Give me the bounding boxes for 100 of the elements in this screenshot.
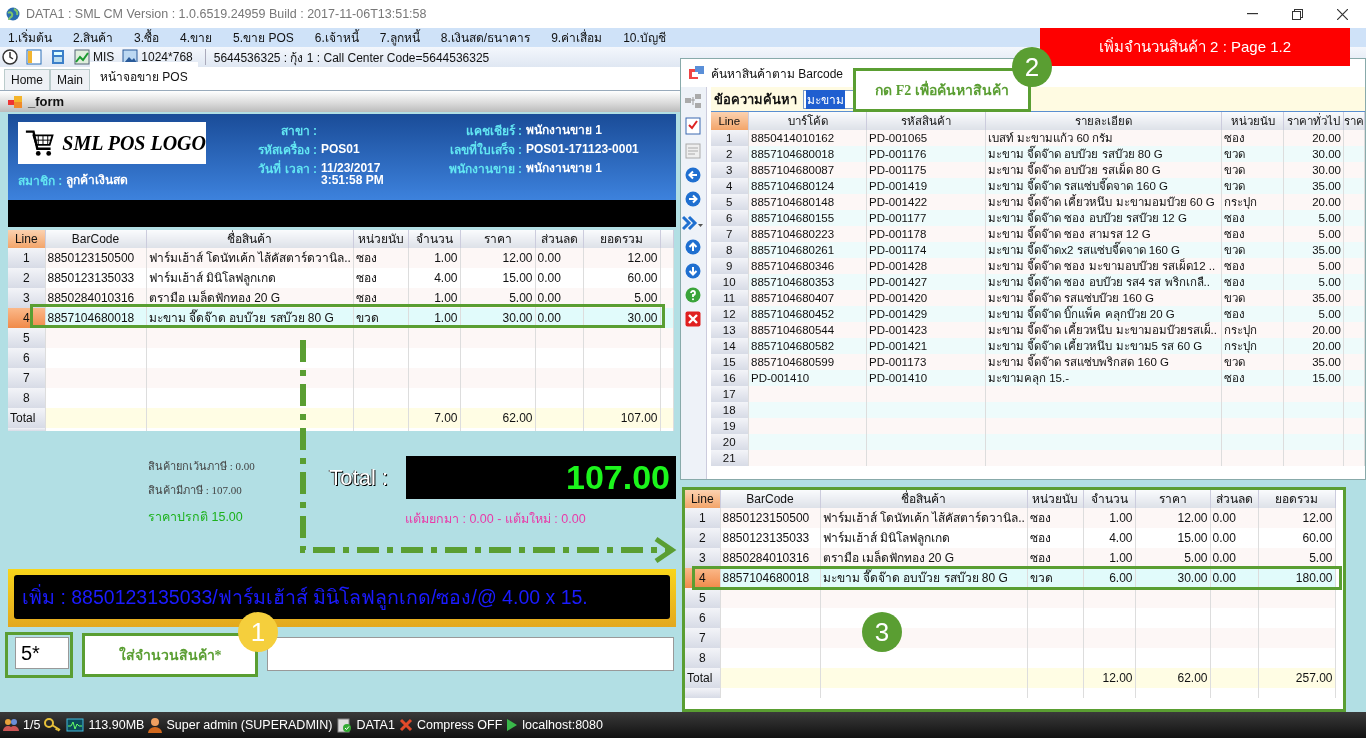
table-row[interactable]: 3 8850284010316 ตรามือ เมล็ดฟักทอง 20 G ซอง 1.00 5.00 0.00 5.00 [685, 548, 1335, 568]
table-cell: PD-001176 [866, 146, 986, 162]
search-field[interactable]: มะขาม [802, 89, 855, 109]
table-cell: 12.00 [1135, 508, 1210, 528]
table-cell: PD-001428 [866, 258, 986, 274]
toolbar-label[interactable]: MIS [93, 50, 115, 64]
row-number: 17 [710, 386, 749, 402]
calculator-icon[interactable] [50, 49, 66, 65]
menu-item[interactable]: 1.เริ่มต้น [4, 28, 61, 47]
column-header[interactable]: BarCode [45, 230, 146, 248]
table-cell: PD-001065 [866, 130, 986, 146]
table-cell: ฟาร์มเฮ้าส์ โดนัทเค้ก ไส้คัสตาร์ดวานิล.. [820, 508, 1027, 528]
help-icon[interactable] [685, 287, 702, 303]
row-number: 15 [710, 354, 749, 370]
left-arrow-icon[interactable] [685, 167, 702, 183]
table-row[interactable]: 1 8850123150500 ฟาร์มเฮ้าส์ โดนัทเค้ก ไส้คัสตาร์ดวานิล.. ซอง 1.00 12.00 0.00 12.00 [8, 248, 673, 268]
column-header[interactable]: ชื่อสินค้า [820, 490, 1027, 508]
table-cell: มะขามคลุก 15.- [985, 370, 1222, 386]
close-icon[interactable] [1337, 8, 1348, 20]
tab[interactable]: Main [50, 69, 91, 90]
table-row[interactable]: 4 8857104680124 PD-001419 มะขาม จี๊ดจ๊าด รสแซ่บจี๊ดจาด 160 G ขวด 35.00 [710, 178, 1365, 194]
status-text: Compress OFF [416, 718, 503, 732]
table-cell: PD-001177 [866, 210, 986, 226]
column-header[interactable]: Line [8, 230, 45, 248]
table-row[interactable]: 2 8857104680018 PD-001176 มะขาม จี๊ดจ๊าด อบบ๊วย รสบ๊วย 80 G ขวด 30.00 [710, 146, 1365, 162]
column-header[interactable]: หน่วยนับ [1221, 112, 1284, 130]
column-header[interactable]: ราคา [460, 230, 535, 248]
menu-item[interactable]: 4.ขาย [176, 28, 222, 47]
table-cell: 62.00 [460, 408, 535, 428]
column-header[interactable]: ส่วนลด [535, 230, 583, 248]
maximize-icon[interactable] [1292, 8, 1303, 20]
table-cell: PD-001421 [866, 338, 986, 354]
menu-item[interactable]: 3.ซื้อ [130, 28, 169, 47]
table-row[interactable]: 13 8857104680544 PD-001423 มะขาม จี๊ดจ๊าด เคี้ยวหนึบ มะขามอมบ๊วยรสเผ็.. กระปุก 20.00 [710, 322, 1365, 338]
menu-item[interactable]: 8.เงินสด/ธนาคาร [436, 28, 540, 47]
column-header[interactable]: ส่วนลด [1210, 490, 1258, 508]
cross-icon [398, 718, 413, 732]
column-header[interactable]: หน่วยนับ [1027, 490, 1083, 508]
menu-item[interactable]: 6.เจ้าหนี้ [310, 28, 368, 47]
table-row[interactable]: 12 8857104680452 PD-001429 มะขาม จี๊ดจ๊าด บิ๊กแพ็ค คลุกบ๊วย 20 G ซอง 5.00 [710, 306, 1365, 322]
row-number: 7 [710, 226, 749, 242]
table-row[interactable]: 8 8857104680261 PD-001174 มะขาม จี๊ดจ๊าดx2 รสแซ่บจี๊ดจาด 160 G ขวด 35.00 [710, 242, 1365, 258]
table-cell: กระปุก [1221, 322, 1284, 338]
table-row[interactable]: 16 PD-001410 PD-001410 มะขามคลุก 15.- ซอง 15.00 [710, 370, 1365, 386]
table-row[interactable]: 3 8850284010316 ตรามือ เมล็ดฟักทอง 20 G ซอง 1.00 5.00 0.00 5.00 [8, 288, 673, 308]
menu-item[interactable]: 9.ค่าเสื่อม [547, 28, 612, 47]
table-row[interactable]: 1 8850123150500 ฟาร์มเฮ้าส์ โดนัทเค้ก ไส้คัสตาร์ดวานิล.. ซอง 1.00 12.00 0.00 12.00 [685, 508, 1335, 528]
table-cell: 7.00 [408, 408, 460, 428]
row-number: 3 [8, 288, 45, 308]
column-header[interactable]: Line [685, 490, 720, 508]
column-header[interactable]: BarCode [720, 490, 820, 508]
column-header[interactable]: ยอดรวม [583, 230, 660, 248]
column-header[interactable]: หน่วยนับ [353, 230, 408, 248]
column-header[interactable]: จำนวน [408, 230, 460, 248]
minimize-icon[interactable] [1247, 13, 1258, 15]
column-header[interactable]: รหัสสินค้า [866, 112, 986, 130]
checklist-icon[interactable] [685, 117, 702, 135]
column-header[interactable]: ราคา [1135, 490, 1210, 508]
table-cell: มะขาม จี๊ดจ๊าด เคี้ยวหนึบ มะขาม5 รส 60 G [985, 338, 1222, 354]
column-header[interactable]: Line [710, 112, 749, 130]
table-cell: PD-001175 [866, 162, 986, 178]
quantity-input[interactable]: 5* [15, 637, 69, 669]
table-cell: 62.00 [1135, 668, 1210, 688]
column-header[interactable]: ราคาทั่วไป [1283, 112, 1344, 130]
window-icon [689, 66, 705, 80]
table-row[interactable]: 3 8857104680087 PD-001175 มะขาม จี๊ดจ๊าด อบบ๊วย รสเผ็ด 80 G ขวด 30.00 [710, 162, 1365, 178]
column-header[interactable]: ราค [1343, 112, 1365, 130]
column-header[interactable]: บาร์โค้ด [748, 112, 867, 130]
table-cell: PD-001423 [866, 322, 986, 338]
clock-icon[interactable] [2, 49, 18, 65]
table-row[interactable]: 5 8857104680148 PD-001422 มะขาม จี๊ดจ๊าด เคี้ยวหนึบ มะขามอมบ๊วย 60 G กระปุก 20.00 [710, 194, 1365, 210]
menu-item[interactable]: 5.ขาย POS [229, 28, 303, 47]
table-row[interactable]: 1 8850414010162 PD-001065 เบสท์ มะขามแก้ว 60 กรัม ซอง 20.00 [710, 130, 1365, 146]
column-header[interactable]: ชื่อสินค้า [146, 230, 353, 248]
row-number: 18 [710, 402, 749, 418]
toolbar-label[interactable]: 1024*768 [141, 50, 193, 64]
menu-item[interactable]: 7.ลูกหนี้ [375, 28, 429, 47]
row-number: 19 [710, 418, 749, 434]
column-header[interactable]: จำนวน [1083, 490, 1135, 508]
menu-item[interactable]: 10.บัญชี [619, 28, 675, 47]
table-row[interactable]: 4 8857104680018 มะขาม จี๊ดจ๊าด อบบ๊วย รสบ๊วย 80 G ขวด 1.00 30.00 0.00 30.00 [8, 308, 673, 328]
table-cell: 12.00 [583, 248, 660, 268]
table-row[interactable]: 6 8857104680155 PD-001177 มะขาม จี๊ดจ๊าด ซอง อบบ๊วย รสบ๊วย 12 G ซอง 5.00 [710, 210, 1365, 226]
table-cell: ขวด [1221, 178, 1284, 194]
input-field[interactable] [267, 637, 674, 671]
table-row[interactable]: 9 8857104680346 PD-001428 มะขาม จี๊ดจ๊าด ซอง มะขามอบบ๊วย รสเผ็ด12 .. ซอง 5.00 [710, 258, 1365, 274]
table-row[interactable]: 4 8857104680018 มะขาม จี๊ดจ๊าด อบบ๊วย รสบ๊วย 80 G ขวด 6.00 30.00 0.00 180.00 [685, 568, 1335, 588]
table-row[interactable]: 7 8857104680223 PD-001178 มะขาม จี๊ดจ๊าด ซอง สามรส 12 G ซอง 5.00 [710, 226, 1365, 242]
table-row[interactable]: 11 8857104680407 PD-001420 มะขาม จี๊ดจ๊าด รสแซ่บบ๊วย 160 G ขวด 35.00 [710, 290, 1365, 306]
column-header[interactable]: รายละเอียด [985, 112, 1222, 130]
right-arrow-icon[interactable] [685, 191, 702, 207]
tab[interactable]: Home [4, 69, 50, 90]
column-header[interactable]: ยอดรวม [1258, 490, 1335, 508]
row-number: 8 [685, 648, 720, 668]
double-chevron-icon[interactable] [682, 215, 705, 231]
chart-icon[interactable] [74, 49, 90, 65]
menu-item[interactable]: 2.สินค้า [69, 28, 123, 47]
table-row[interactable]: 15 8857104680599 PD-001173 มะขาม จี๊ดจ๊าด รสแซ่บพริกสด 160 G ขวด 35.00 [710, 354, 1365, 370]
table-row[interactable]: 10 8857104680353 PD-001427 มะขาม จี๊ดจ๊าด ซอง อบบ๊วย รส4 รส พริกเกลื.. ซอง 5.00 [710, 274, 1365, 290]
table-row[interactable]: 14 8857104680582 PD-001421 มะขาม จี๊ดจ๊าด เคี้ยวหนึบ มะขาม5 รส 60 G กระปุก 20.00 [710, 338, 1365, 354]
